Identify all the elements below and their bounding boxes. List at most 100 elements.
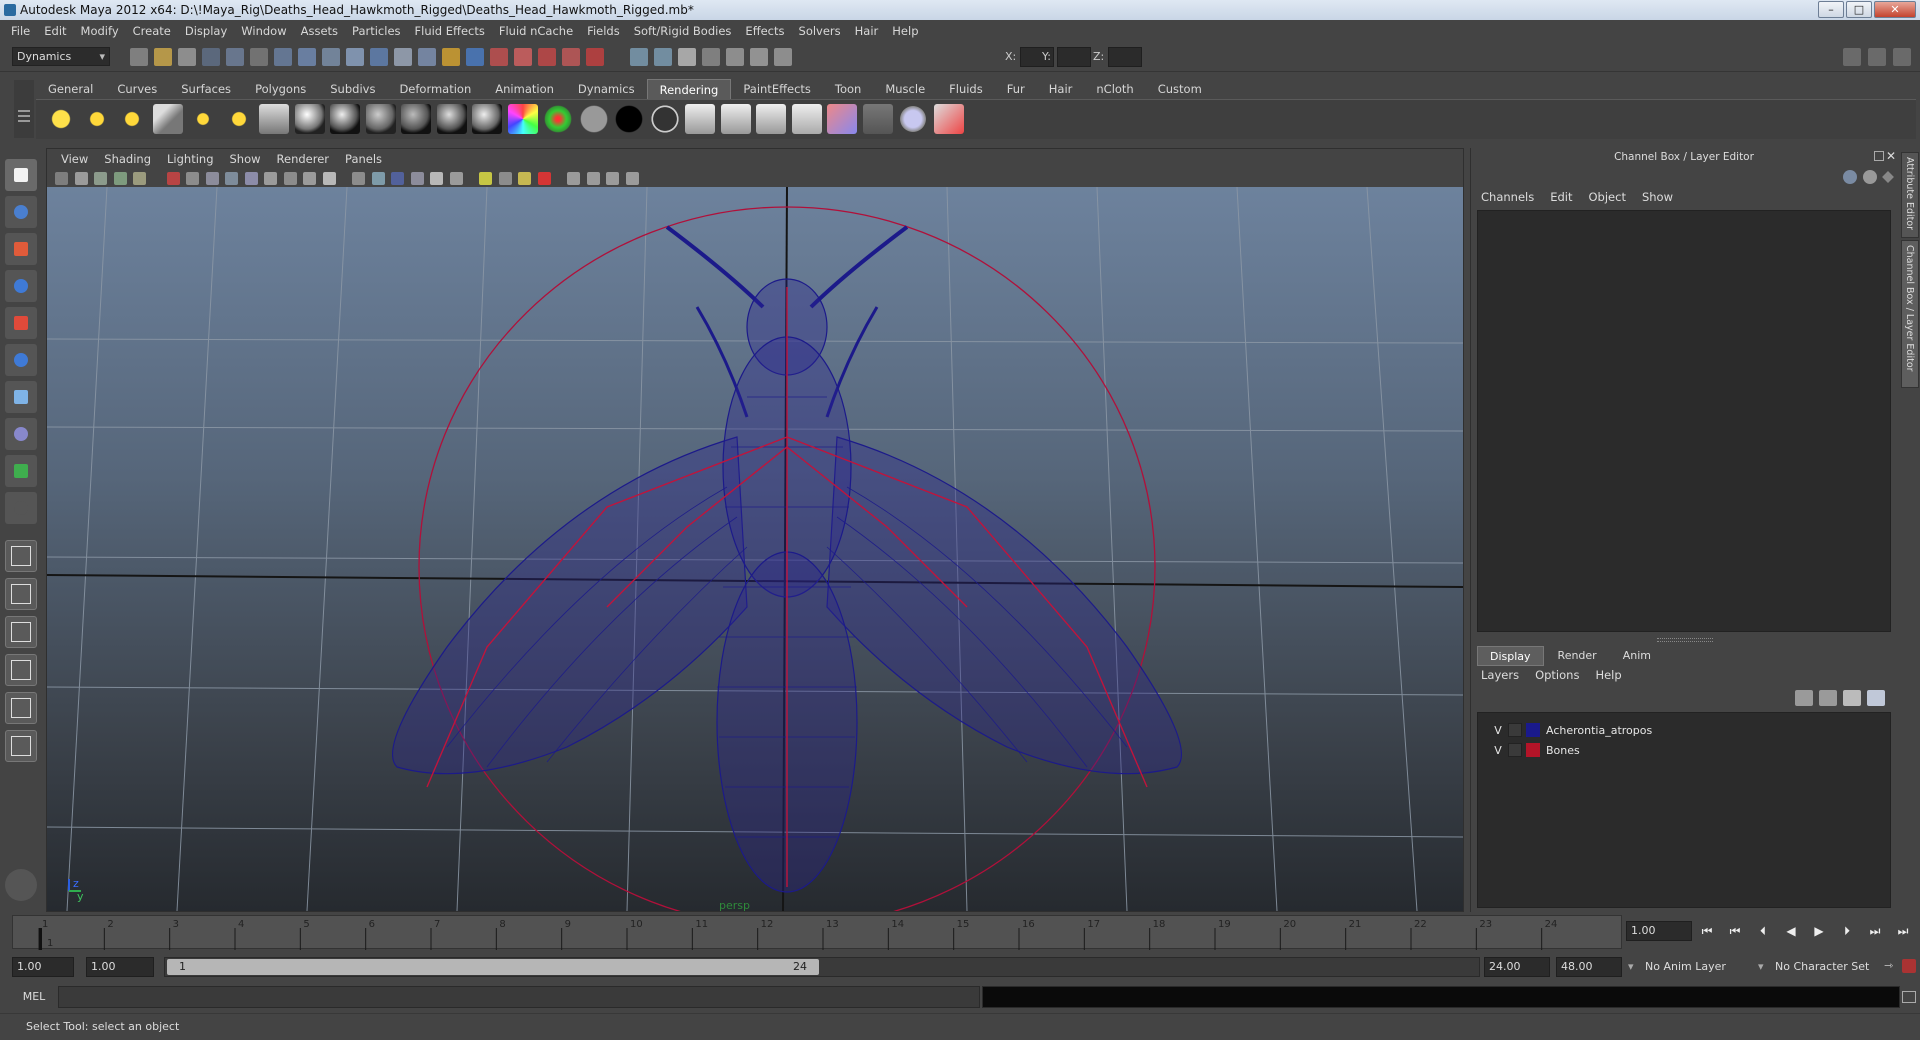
viewport-tool-icon[interactable] (133, 172, 146, 185)
viewport-tool-icon[interactable] (113, 172, 127, 185)
menuset-dropdown[interactable]: Dynamics ▾ (12, 47, 110, 66)
light-linking-icon[interactable] (259, 104, 289, 134)
go-to-end-icon[interactable]: ⏭ (1892, 921, 1914, 941)
shelf-tab-hair[interactable]: Hair (1037, 79, 1085, 99)
blinn-shader-icon[interactable] (294, 104, 325, 134)
tab-attribute-editor[interactable]: Attribute Editor (1901, 152, 1919, 238)
menu-fields[interactable]: Fields (580, 24, 627, 38)
time-slider[interactable]: 1 2 3 4 5 6 7 8 9 10 11 12 13 14 15 16 17 18 19 20 21 22 23 24 1… (0, 915, 1920, 953)
menu-assets[interactable]: Assets (294, 24, 345, 38)
show-manipulator-icon[interactable] (5, 455, 37, 487)
layer-color-swatch[interactable] (1526, 743, 1540, 757)
soft-modification-icon[interactable] (5, 418, 37, 450)
layer-tab-anim[interactable]: Anim (1611, 646, 1663, 666)
shelf-tab-ncloth[interactable]: nCloth (1084, 79, 1145, 99)
status-tool-icon[interactable] (514, 48, 532, 66)
channel-box-menu-object[interactable]: Object (1581, 190, 1634, 208)
graph-outliner-layout-icon[interactable] (5, 730, 37, 762)
viewport-tool-icon[interactable] (186, 172, 199, 185)
channel-box-names-icon[interactable] (1863, 170, 1877, 184)
tool-settings-icon[interactable] (5, 869, 37, 901)
status-tool-icon[interactable] (394, 48, 412, 66)
script-editor-icon[interactable] (1902, 991, 1916, 1003)
toggle-attribute-editor-icon[interactable] (1843, 48, 1861, 66)
character-set-dropdown[interactable]: ▾ No Character Set (1758, 957, 1892, 977)
shading-map-icon[interactable] (578, 104, 609, 134)
toggle-tool-settings-icon[interactable] (1868, 48, 1886, 66)
range-slider-handle[interactable]: 1 24 (167, 959, 819, 975)
layer-template-toggle[interactable] (1508, 723, 1522, 737)
move-layer-down-icon[interactable] (1819, 690, 1837, 706)
volume-light-icon[interactable] (223, 104, 254, 134)
status-tool-icon[interactable] (298, 48, 316, 66)
batch-render-icon[interactable] (898, 104, 928, 134)
shelf-options-handle[interactable] (14, 80, 34, 138)
status-tool-icon[interactable] (586, 48, 604, 66)
viewport-menu-view[interactable]: View (53, 152, 96, 166)
layered-shader-icon[interactable] (472, 104, 502, 134)
maximize-button[interactable]: □ (1846, 1, 1872, 18)
use-background-icon[interactable] (543, 104, 573, 134)
viewport-tool-icon[interactable] (264, 172, 277, 185)
viewport-menu-renderer[interactable]: Renderer (269, 152, 338, 166)
outliner-perspective-layout-icon[interactable] (5, 616, 37, 648)
viewport-tool-icon[interactable] (303, 172, 316, 185)
ambient-light-icon[interactable] (46, 104, 76, 134)
layer-template-toggle[interactable] (1508, 743, 1522, 757)
channel-box-pin-icon[interactable] (1882, 171, 1894, 183)
status-tool-icon[interactable] (702, 48, 720, 66)
layer-tab-render[interactable]: Render (1546, 646, 1609, 666)
command-input[interactable] (58, 986, 980, 1008)
rotate-tool-icon[interactable] (5, 307, 37, 339)
status-tool-icon[interactable] (538, 48, 556, 66)
layer-menu-options[interactable]: Options (1527, 668, 1587, 686)
shelf-tab-dynamics[interactable]: Dynamics (566, 79, 647, 99)
anim-layer-dropdown[interactable]: ▾ No Anim Layer (1628, 957, 1758, 977)
select-tool-icon[interactable] (5, 159, 37, 191)
z-coordinate-field[interactable] (1108, 47, 1142, 67)
go-to-start-icon[interactable]: ⏮ (1696, 921, 1718, 941)
close-button[interactable]: ✕ (1874, 1, 1916, 18)
layer-color-swatch[interactable] (1526, 723, 1540, 737)
menu-hair[interactable]: Hair (848, 24, 886, 38)
viewport-menu-lighting[interactable]: Lighting (159, 152, 221, 166)
current-time-field[interactable]: 1.00 (1626, 921, 1692, 941)
y-coordinate-field[interactable] (1057, 47, 1091, 67)
shelf-tab-fluids[interactable]: Fluids (937, 79, 995, 99)
viewport-tool-icon[interactable] (430, 172, 443, 185)
viewport-menu-panels[interactable]: Panels (337, 152, 390, 166)
point-light-icon[interactable] (117, 104, 147, 134)
ipr-render-icon[interactable] (756, 104, 786, 134)
status-tool-icon[interactable] (678, 48, 696, 66)
directional-light-icon[interactable] (81, 104, 112, 134)
create-empty-layer-icon[interactable] (1843, 690, 1861, 706)
range-slider-track[interactable]: 1 24 (164, 957, 1480, 977)
menu-create[interactable]: Create (126, 24, 178, 38)
menu-window[interactable]: Window (234, 24, 293, 38)
black-sphere-icon[interactable] (614, 104, 644, 134)
viewport-menu-shading[interactable]: Shading (96, 152, 159, 166)
move-layer-up-icon[interactable] (1795, 690, 1813, 706)
move-tool-icon[interactable] (5, 270, 37, 302)
menu-solvers[interactable]: Solvers (792, 24, 848, 38)
step-back-frame-icon[interactable]: ⏮ (1724, 921, 1746, 941)
anisotropic-shader-icon[interactable] (401, 104, 431, 134)
render-settings-icon[interactable] (791, 104, 822, 134)
single-perspective-layout-icon[interactable] (5, 540, 37, 572)
start-time-field[interactable]: 1.00 (12, 957, 74, 977)
layer-visibility-toggle[interactable]: V (1492, 721, 1504, 740)
spot-light-icon[interactable] (152, 104, 183, 134)
layer-row-bones[interactable]: V Bones (1478, 741, 1880, 760)
create-layer-from-selection-icon[interactable] (1867, 690, 1885, 706)
status-tool-icon[interactable] (370, 48, 388, 66)
play-backwards-icon[interactable]: ◀ (1780, 921, 1802, 941)
status-tool-icon[interactable] (154, 48, 172, 66)
viewport-menu-show[interactable]: Show (222, 152, 269, 166)
layer-tab-display[interactable]: Display (1477, 646, 1544, 666)
viewport-tool-icon[interactable] (606, 172, 619, 185)
viewport-tool-icon[interactable] (74, 172, 88, 185)
shelf-tab-polygons[interactable]: Polygons (243, 79, 318, 99)
render-layer-icon[interactable] (862, 104, 893, 134)
step-back-key-icon[interactable]: ⏴ (1752, 921, 1774, 941)
channel-box-menu-edit[interactable]: Edit (1542, 190, 1580, 208)
